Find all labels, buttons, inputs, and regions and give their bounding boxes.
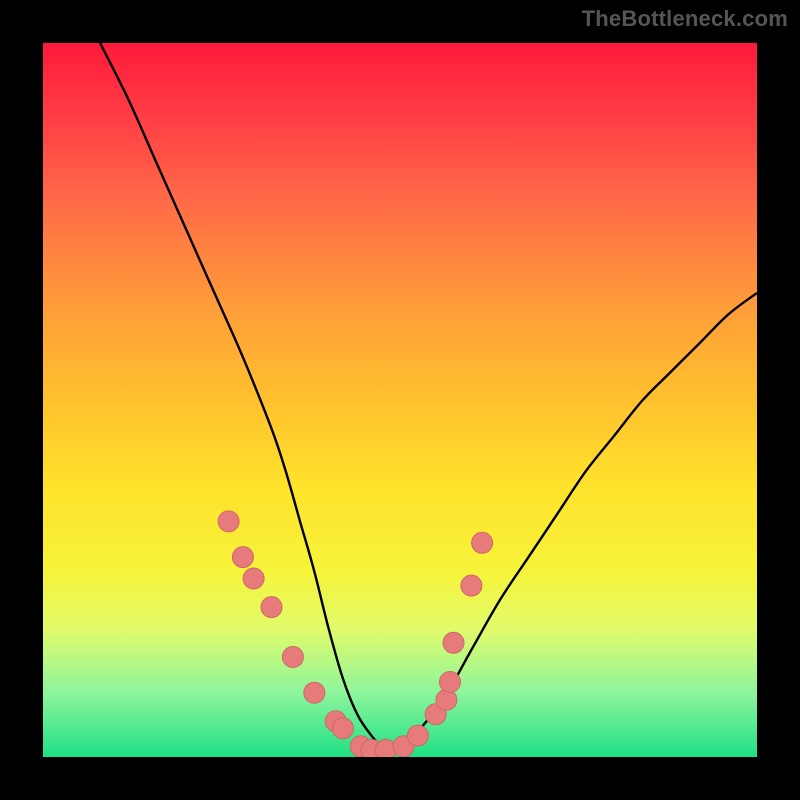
marker-dot xyxy=(436,689,457,710)
marker-dot xyxy=(304,682,325,703)
marker-dot xyxy=(461,575,482,596)
marker-dot xyxy=(261,597,282,618)
chart-svg xyxy=(43,43,757,757)
chart-frame: TheBottleneck.com xyxy=(0,0,800,800)
marker-dot xyxy=(232,547,253,568)
bottleneck-curve xyxy=(100,43,757,752)
curve-layer xyxy=(100,43,757,752)
marker-dot xyxy=(443,632,464,653)
marker-dot xyxy=(332,718,353,739)
marker-dot xyxy=(407,725,428,746)
marker-dot xyxy=(243,568,264,589)
markers-layer xyxy=(218,511,493,757)
marker-dot xyxy=(282,647,303,668)
watermark-text: TheBottleneck.com xyxy=(582,6,788,32)
marker-dot xyxy=(218,511,239,532)
plot-area xyxy=(43,43,757,757)
marker-dot xyxy=(472,532,493,553)
marker-dot xyxy=(440,672,461,693)
